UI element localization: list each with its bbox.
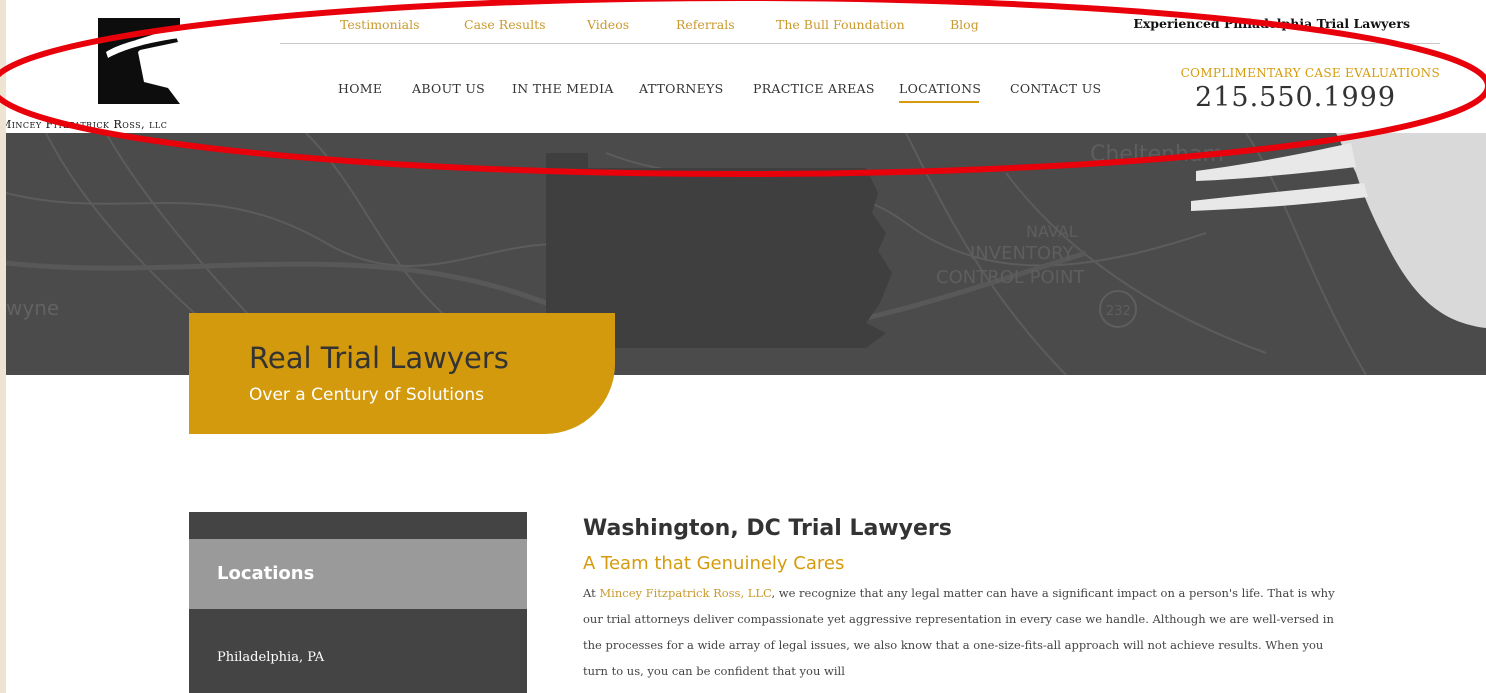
cta-label: COMPLIMENTARY CASE EVALUATIONS: [1180, 66, 1440, 80]
sidebar-heading-text: Locations: [217, 563, 315, 584]
locations-sidebar: Locations Philadelphia, PA: [189, 512, 527, 693]
nav-referrals[interactable]: Referrals: [676, 17, 735, 32]
site-header: Mincey Fitzpatrick Ross, llc Testimonial…: [6, 0, 1486, 133]
logo[interactable]: Mincey Fitzpatrick Ross, llc: [6, 14, 276, 131]
nav-contact-us[interactable]: CONTACT US: [1010, 81, 1101, 96]
main-content: Washington, DC Trial Lawyers A Team that…: [583, 512, 1443, 684]
page-title: Washington, DC Trial Lawyers: [583, 516, 952, 541]
hero-title: Real Trial Lawyers: [249, 341, 509, 375]
nav-home[interactable]: HOME: [338, 81, 382, 96]
nav-about-us[interactable]: ABOUT US: [412, 81, 485, 96]
map-label: 232: [1106, 304, 1131, 319]
nav-practice-areas[interactable]: PRACTICE AREAS: [753, 81, 875, 96]
nav-blog[interactable]: Blog: [950, 17, 979, 32]
nav-testimonials[interactable]: Testimonials: [340, 17, 420, 32]
logo-text: Mincey Fitzpatrick Ross, llc: [6, 118, 168, 131]
phone-number-link[interactable]: 215.550.1999: [1195, 82, 1396, 113]
tagline: Experienced Philadelphia Trial Lawyers: [1133, 16, 1410, 31]
page-subtitle: A Team that Genuinely Cares: [583, 553, 845, 574]
nav-videos[interactable]: Videos: [587, 17, 629, 32]
map-label: INVENTORY: [970, 243, 1074, 264]
map-label: Cheltenham: [1090, 142, 1224, 167]
nav-in-the-media[interactable]: IN THE MEDIA: [512, 81, 614, 96]
firm-link[interactable]: Mincey Fitzpatrick Ross, LLC: [599, 586, 771, 600]
nav-attorneys[interactable]: ATTORNEYS: [639, 81, 724, 96]
intro-paragraph: At Mincey Fitzpatrick Ross, LLC, we reco…: [583, 580, 1343, 684]
hero-badge: Real Trial Lawyers Over a Century of Sol…: [189, 313, 615, 434]
para-prefix: At: [583, 586, 600, 600]
nav-case-results[interactable]: Case Results: [464, 17, 546, 32]
nav-locations[interactable]: LOCATIONS: [899, 81, 981, 96]
sidebar-item-philadelphia[interactable]: Philadelphia, PA: [217, 650, 324, 665]
map-label: wyne: [6, 296, 59, 320]
nav-bull-foundation[interactable]: The Bull Foundation: [776, 17, 905, 32]
hero-subtitle: Over a Century of Solutions: [249, 385, 485, 405]
sidebar-heading: Locations: [189, 539, 527, 609]
active-nav-indicator: [899, 101, 979, 103]
map-label: NAVAL: [1026, 222, 1078, 241]
map-label: CONTROL POINT: [936, 267, 1085, 288]
utility-nav: Testimonials Case Results Videos Referra…: [280, 0, 1440, 44]
bull-logo-icon: [98, 18, 180, 104]
browser-viewport: Mincey Fitzpatrick Ross, llc Testimonial…: [6, 0, 1486, 693]
